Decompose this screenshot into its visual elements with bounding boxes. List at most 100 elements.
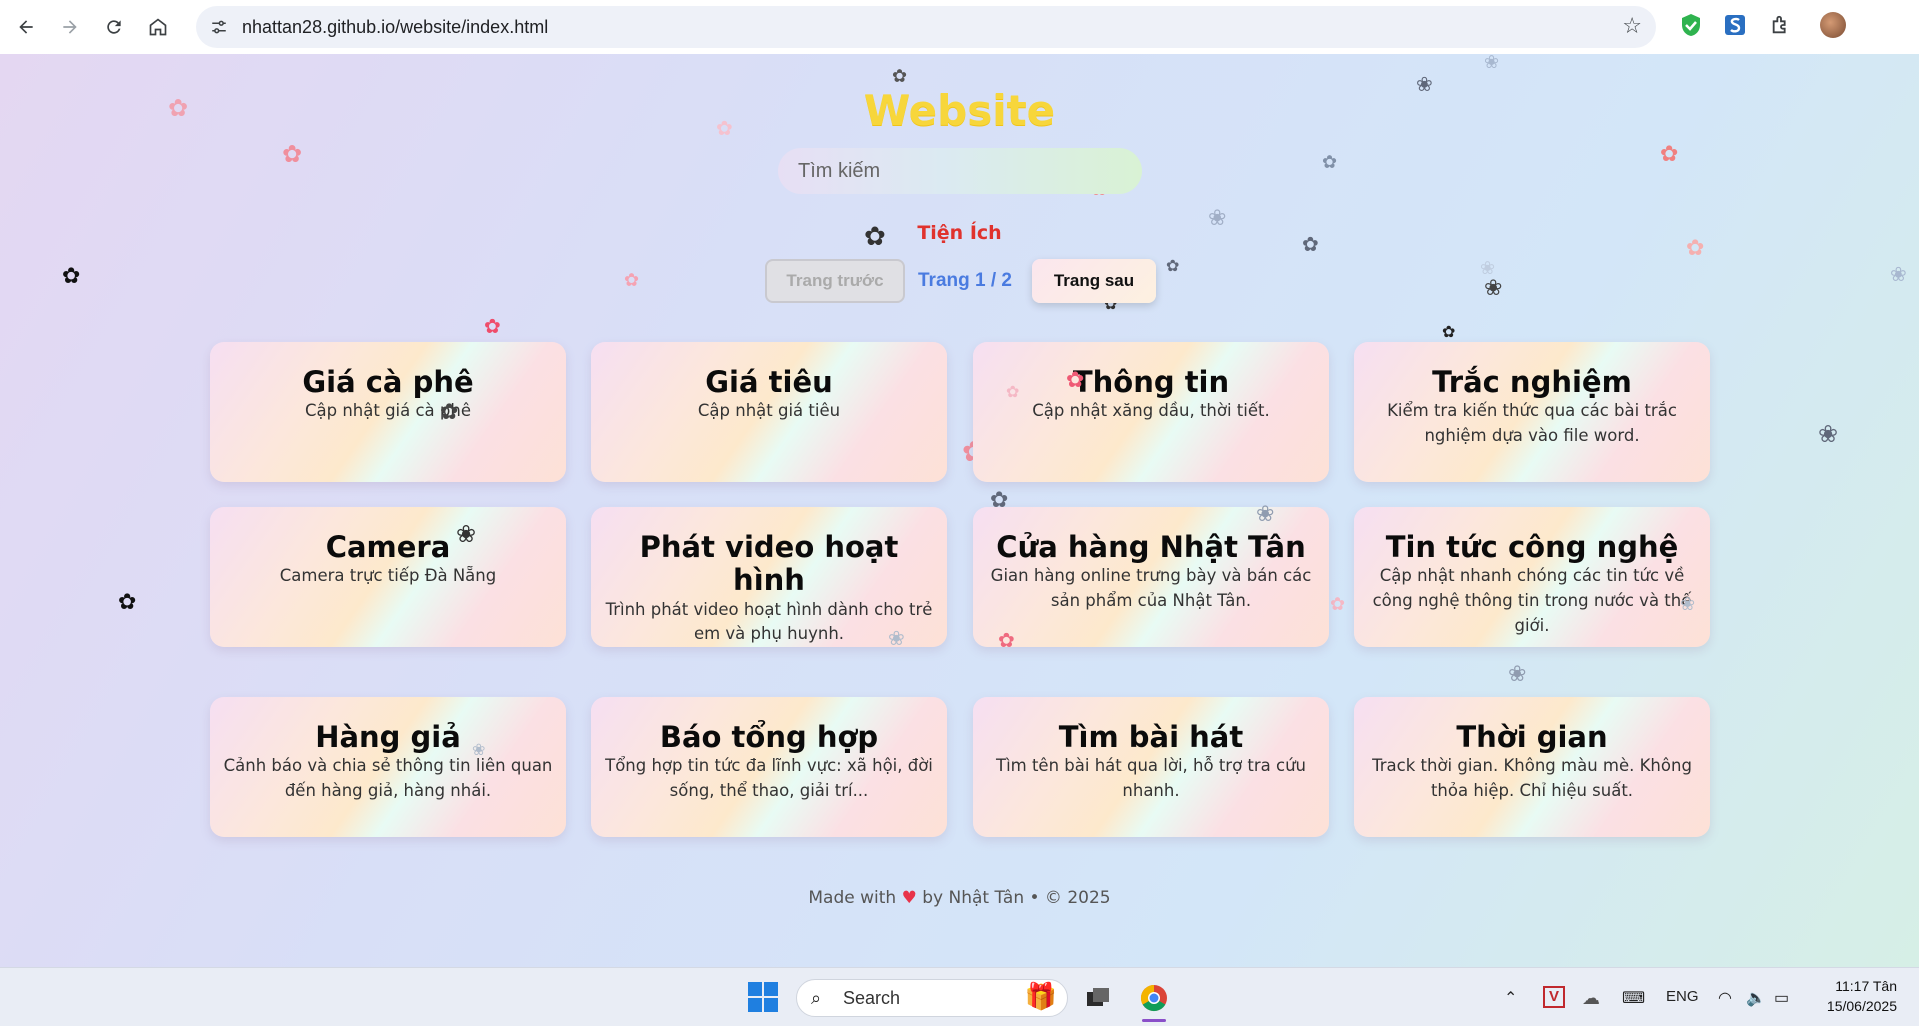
flower-icon: ✿ bbox=[1006, 382, 1020, 401]
card-trac-nghiem[interactable]: Trắc nghiệm Kiểm tra kiến thức qua các b… bbox=[1354, 342, 1710, 482]
flower-icon: ✿ bbox=[484, 314, 501, 338]
card-hang-gia[interactable]: Hàng giả Cảnh báo và chia sẻ thông tin l… bbox=[210, 697, 566, 837]
card-thong-tin[interactable]: Thông tin Cập nhật xăng dầu, thời tiết. bbox=[973, 342, 1329, 482]
reload-icon[interactable] bbox=[96, 9, 132, 45]
flower-icon: ✿ bbox=[440, 400, 459, 425]
flower-icon: ❀ bbox=[888, 626, 905, 650]
flower-icon: ✿ bbox=[1066, 368, 1085, 393]
browser-toolbar: nhattan28.github.io/website/index.html ☆ bbox=[0, 0, 1919, 54]
pagination: Trang trước Trang 1 / 2 Trang sau bbox=[0, 259, 1919, 305]
flower-icon: ❀ bbox=[472, 740, 486, 759]
flower-icon: ✿ bbox=[1330, 594, 1346, 615]
shield-extension-icon[interactable] bbox=[1676, 10, 1706, 40]
flower-icon: ✿ bbox=[1322, 152, 1338, 173]
clock-date: 15/06/2025 bbox=[1826, 998, 1897, 1014]
prev-page-button[interactable]: Trang trước bbox=[765, 259, 905, 303]
flower-icon: ❀ bbox=[456, 520, 477, 548]
flower-icon: ❀ bbox=[1508, 662, 1527, 687]
back-icon[interactable] bbox=[8, 9, 44, 45]
forward-icon[interactable] bbox=[52, 9, 88, 45]
gift-icon: 🎁 bbox=[1024, 982, 1057, 1012]
keyboard-icon[interactable]: ⌨ bbox=[1622, 988, 1645, 1008]
card-cua-hang-nhat-tan[interactable]: Cửa hàng Nhật Tân Gian hàng online trưng… bbox=[973, 507, 1329, 647]
taskbar-search[interactable]: ⌕ Search 🎁 bbox=[796, 979, 1068, 1017]
show-hidden-icons-chevron[interactable]: ⌃ bbox=[1504, 988, 1517, 1008]
language-indicator[interactable]: ENG bbox=[1666, 988, 1699, 1005]
heart-icon: ♥ bbox=[901, 888, 917, 908]
card-description: Camera trực tiếp Đà Nẵng bbox=[279, 566, 497, 586]
cloud-icon[interactable]: ☁ bbox=[1582, 988, 1600, 1009]
flower-icon: ✿ bbox=[282, 140, 303, 168]
extensions-puzzle-icon[interactable] bbox=[1766, 10, 1796, 40]
card-thoi-gian[interactable]: Thời gian Track thời gian. Không màu mè.… bbox=[1354, 697, 1710, 837]
volume-icon[interactable]: 🔈 bbox=[1746, 988, 1766, 1008]
search-input[interactable] bbox=[778, 148, 1142, 194]
card-title: Báo tổng hợp bbox=[659, 720, 879, 754]
card-description: Tổng hợp tin tức đa lĩnh vực: xã hội, đờ… bbox=[605, 756, 933, 801]
url-text[interactable]: nhattan28.github.io/website/index.html bbox=[242, 17, 548, 38]
card-description: Track thời gian. Không màu mè. Không thỏ… bbox=[1372, 756, 1692, 801]
card-description: Cập nhật nhanh chóng các tin tức về công… bbox=[1372, 566, 1692, 635]
search-icon: ⌕ bbox=[811, 988, 822, 1009]
card-title: Tin tức công nghệ bbox=[1385, 530, 1679, 564]
card-title: Camera bbox=[325, 530, 451, 564]
card-description: Kiểm tra kiến thức qua các bài trắc nghi… bbox=[1387, 401, 1677, 446]
flower-icon: ❀ bbox=[1680, 594, 1696, 615]
vietkey-tray-icon[interactable]: V bbox=[1538, 981, 1570, 1013]
site-title: Website bbox=[863, 86, 1056, 135]
card-description: Cập nhật giá tiêu bbox=[697, 401, 841, 421]
flower-icon: ❀ bbox=[1484, 54, 1500, 73]
search-box[interactable] bbox=[778, 148, 1142, 194]
home-icon[interactable] bbox=[140, 9, 176, 45]
flower-icon: ✿ bbox=[118, 590, 137, 615]
site-info-icon[interactable] bbox=[204, 12, 234, 42]
card-description: Gian hàng online trưng bày và bán các sả… bbox=[990, 566, 1312, 611]
wifi-icon[interactable]: ◠ bbox=[1718, 988, 1732, 1008]
task-view-icon[interactable] bbox=[1082, 982, 1114, 1014]
next-page-button[interactable]: Trang sau bbox=[1032, 259, 1156, 303]
card-title: Giá tiêu bbox=[705, 365, 833, 399]
clock-time: 11:17 Tân bbox=[1835, 978, 1897, 994]
flower-icon: ✿ bbox=[1442, 322, 1456, 341]
card-description: Cập nhật giá cà phê bbox=[304, 401, 471, 421]
system-clock[interactable]: 11:17 Tân 15/06/2025 bbox=[1827, 976, 1897, 1016]
card-title: Thời gian bbox=[1456, 720, 1608, 754]
card-title: Phát video hoạt hình bbox=[639, 530, 899, 598]
flower-icon: ❀ bbox=[1256, 502, 1275, 527]
footer-made-with: Made with bbox=[808, 888, 897, 908]
taskbar: ⌕ Search 🎁 ⌃ V ☁ ⌨ ENG ◠ 🔈 ▭ 11:17 Tân 1… bbox=[0, 967, 1919, 1026]
page-indicator: Trang 1 / 2 bbox=[918, 270, 1012, 291]
profile-avatar[interactable] bbox=[1818, 10, 1848, 40]
section-title: Tiện Ích bbox=[917, 222, 1002, 244]
card-tim-bai-hat[interactable]: Tìm bài hát Tìm tên bài hát qua lời, hỗ … bbox=[973, 697, 1329, 837]
card-tin-tuc-cong-nghe[interactable]: Tin tức công nghệ Cập nhật nhanh chóng c… bbox=[1354, 507, 1710, 647]
battery-icon[interactable]: ▭ bbox=[1774, 988, 1789, 1008]
card-title: Hàng giả bbox=[315, 720, 461, 754]
chrome-taskbar-icon[interactable] bbox=[1138, 982, 1170, 1022]
flower-icon: ✿ bbox=[1660, 142, 1679, 167]
address-bar[interactable]: nhattan28.github.io/website/index.html ☆ bbox=[196, 6, 1656, 48]
page-content: ✿ ✿ ✿ ✿ ❀ ❀ ✿ ✿ ✿ ❀ ✿ ✿ ✿ ✿ ✿ ✿ ❀ ❀ ✿ ❀ … bbox=[0, 54, 1919, 967]
card-description: Cập nhật xăng dầu, thời tiết. bbox=[1032, 401, 1270, 421]
s-extension-icon[interactable] bbox=[1720, 10, 1750, 40]
card-gia-tieu[interactable]: Giá tiêu Cập nhật giá tiêu bbox=[591, 342, 947, 482]
flower-icon: ✿ bbox=[998, 628, 1015, 652]
card-description: Cảnh báo và chia sẻ thông tin liên quan … bbox=[223, 756, 553, 801]
card-gia-ca-phe[interactable]: Giá cà phê Cập nhật giá cà phê bbox=[210, 342, 566, 482]
card-title: Thông tin bbox=[1072, 365, 1230, 399]
flower-icon: ✿ bbox=[892, 66, 908, 87]
card-title: Trắc nghiệm bbox=[1432, 365, 1632, 399]
windows-start-icon[interactable] bbox=[748, 982, 778, 1012]
card-bao-tong-hop[interactable]: Báo tổng hợp Tổng hợp tin tức đa lĩnh vự… bbox=[591, 697, 947, 837]
card-description: Trình phát video hoạt hình dành cho trẻ … bbox=[605, 599, 933, 644]
card-description: Tìm tên bài hát qua lời, hỗ trợ tra cứu … bbox=[995, 756, 1307, 801]
footer: Made with ♥ by Nhật Tân • © 2025 bbox=[0, 888, 1919, 908]
card-title: Giá cà phê bbox=[302, 365, 474, 399]
card-title: Cửa hàng Nhật Tân bbox=[996, 530, 1306, 564]
bookmark-star-icon[interactable]: ☆ bbox=[1622, 14, 1642, 39]
footer-credit: by Nhật Tân • © 2025 bbox=[922, 888, 1111, 908]
card-camera[interactable]: Camera Camera trực tiếp Đà Nẵng bbox=[210, 507, 566, 647]
taskbar-search-label: Search bbox=[843, 988, 901, 1008]
flower-icon: ❀ bbox=[1818, 420, 1839, 448]
card-title: Tìm bài hát bbox=[1058, 720, 1244, 754]
